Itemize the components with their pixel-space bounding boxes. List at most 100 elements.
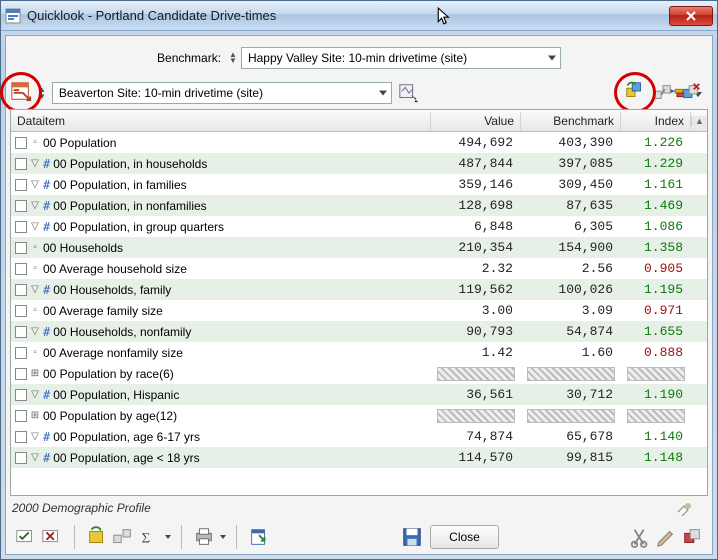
table-row[interactable]: ▫00 Households210,354154,9001.358	[11, 237, 707, 258]
caret-down-icon: ▼	[229, 58, 237, 64]
sum-button[interactable]: Σ	[137, 526, 161, 548]
row-checkbox[interactable]	[15, 347, 27, 359]
window-title: Quicklook - Portland Candidate Drive-tim…	[27, 8, 669, 23]
row-checkbox[interactable]	[15, 263, 27, 275]
row-name: 00 Population, in families	[53, 178, 186, 192]
table-row[interactable]: ▽#00 Population, age 6-17 yrs74,87465,67…	[11, 426, 707, 447]
window-close-button[interactable]	[669, 6, 713, 26]
sum-menu-caret[interactable]	[165, 535, 171, 539]
row-checkbox[interactable]	[15, 452, 27, 464]
site-stepper[interactable]: ▲ ▼	[38, 86, 46, 100]
row-value: 1.42	[431, 345, 521, 360]
triangle-down-icon[interactable]: ▽	[30, 389, 40, 400]
uncheck-button[interactable]	[40, 526, 64, 548]
cut-button[interactable]	[628, 526, 652, 548]
row-benchmark: 2.56	[521, 261, 621, 276]
row-checkbox[interactable]	[15, 410, 27, 422]
triangle-down-icon[interactable]: ▽	[30, 200, 40, 211]
table-row[interactable]: ▽#00 Households, nonfamily90,79354,8741.…	[11, 321, 707, 342]
row-checkbox[interactable]	[15, 389, 27, 401]
table-row[interactable]: ▽#00 Population, age < 18 yrs114,57099,8…	[11, 447, 707, 468]
table-row[interactable]: ▽#00 Population, in households487,844397…	[11, 153, 707, 174]
table-row[interactable]: ⊞00 Population by age(12)	[11, 405, 707, 426]
row-checkbox[interactable]	[15, 431, 27, 443]
row-benchmark: 309,450	[521, 177, 621, 192]
row-value: 210,354	[431, 240, 521, 255]
report-button[interactable]	[10, 80, 32, 102]
link-cubes-button[interactable]	[652, 82, 674, 104]
row-checkbox[interactable]	[15, 326, 27, 338]
hatched-placeholder	[627, 409, 685, 423]
row-checkbox[interactable]	[15, 179, 27, 191]
export-button[interactable]	[247, 526, 271, 548]
triangle-down-icon[interactable]: ▽	[30, 179, 40, 190]
col-dataitem[interactable]: Dataitem	[11, 112, 431, 130]
triangle-down-icon[interactable]: ▽	[30, 221, 40, 232]
map-select-button[interactable]	[398, 82, 420, 104]
row-checkbox[interactable]	[15, 305, 27, 317]
bullet-icon: ▫	[30, 263, 40, 274]
row-benchmark: 3.09	[521, 303, 621, 318]
refresh-button[interactable]	[85, 526, 109, 548]
triangle-down-icon[interactable]: ▽	[30, 158, 40, 169]
content-area: Benchmark: ▲ ▼ Happy Valley Site: 10-min…	[5, 35, 713, 555]
row-value: 114,570	[431, 450, 521, 465]
row-benchmark: 403,390	[521, 135, 621, 150]
row-checkbox[interactable]	[15, 221, 27, 233]
row-value: 119,562	[431, 282, 521, 297]
row-checkbox[interactable]	[15, 368, 27, 380]
table-row[interactable]: ▽#00 Population, in families359,146309,4…	[11, 174, 707, 195]
plus-icon[interactable]: ⊞	[30, 410, 40, 421]
hash-icon: #	[43, 199, 50, 213]
row-name: 00 Households, family	[53, 283, 171, 297]
footer-profile: 2000 Demographic Profile	[10, 496, 708, 520]
table-row[interactable]: ▽#00 Households, family119,562100,0261.1…	[11, 279, 707, 300]
table-row[interactable]: ▫00 Average nonfamily size1.421.600.888	[11, 342, 707, 363]
row-name: 00 Population by race(6)	[43, 367, 174, 381]
site-right-tools	[624, 80, 702, 105]
edit-button[interactable]	[654, 526, 678, 548]
print-button[interactable]	[192, 526, 216, 548]
cubes-button-highlight	[624, 80, 646, 105]
row-checkbox[interactable]	[15, 158, 27, 170]
scroll-up-icon[interactable]: ▲	[691, 116, 707, 126]
row-checkbox[interactable]	[15, 242, 27, 254]
row-name: 00 Average household size	[43, 262, 187, 276]
col-value[interactable]: Value	[431, 112, 521, 130]
col-index[interactable]: Index	[621, 112, 691, 130]
col-benchmark[interactable]: Benchmark	[521, 112, 621, 130]
row-checkbox[interactable]	[15, 284, 27, 296]
table-row[interactable]: ▽#00 Population, in nonfamilies128,69887…	[11, 195, 707, 216]
hash-icon: #	[43, 451, 50, 465]
plus-icon[interactable]: ⊞	[30, 368, 40, 379]
link-button[interactable]	[111, 526, 135, 548]
triangle-down-icon[interactable]: ▽	[30, 452, 40, 463]
close-button[interactable]: Close	[430, 525, 499, 549]
table-row[interactable]: ▫00 Population494,692403,3901.226	[11, 132, 707, 153]
pin-icon[interactable]	[674, 500, 698, 516]
row-checkbox[interactable]	[15, 200, 27, 212]
print-menu-caret[interactable]	[220, 535, 226, 539]
grid-body[interactable]: ▫00 Population494,692403,3901.226▽#00 Po…	[11, 132, 707, 495]
remove-cubes-button[interactable]	[680, 82, 702, 104]
save-button[interactable]	[400, 526, 424, 548]
check-button[interactable]	[14, 526, 38, 548]
triangle-down-icon[interactable]: ▽	[30, 284, 40, 295]
table-row[interactable]: ▫00 Average family size3.003.090.971	[11, 300, 707, 321]
hash-icon: #	[43, 430, 50, 444]
window-root: Quicklook - Portland Candidate Drive-tim…	[0, 0, 718, 560]
hatched-placeholder	[437, 367, 515, 381]
delete-cube-button[interactable]	[680, 526, 704, 548]
table-row[interactable]: ▫00 Average household size2.322.560.905	[11, 258, 707, 279]
row-checkbox[interactable]	[15, 137, 27, 149]
table-row[interactable]: ▽#00 Population, Hispanic36,56130,7121.1…	[11, 384, 707, 405]
triangle-down-icon[interactable]: ▽	[30, 431, 40, 442]
refresh-cubes-button[interactable]	[624, 80, 646, 102]
table-row[interactable]: ⊞00 Population by race(6)	[11, 363, 707, 384]
benchmark-bar: Benchmark: ▲ ▼ Happy Valley Site: 10-min…	[10, 42, 708, 74]
benchmark-stepper[interactable]: ▲ ▼	[229, 52, 237, 64]
table-row[interactable]: ▽#00 Population, in group quarters6,8486…	[11, 216, 707, 237]
benchmark-combo[interactable]: Happy Valley Site: 10-min drivetime (sit…	[241, 47, 561, 69]
triangle-down-icon[interactable]: ▽	[30, 326, 40, 337]
site-combo[interactable]: Beaverton Site: 10-min drivetime (site)	[52, 82, 392, 104]
